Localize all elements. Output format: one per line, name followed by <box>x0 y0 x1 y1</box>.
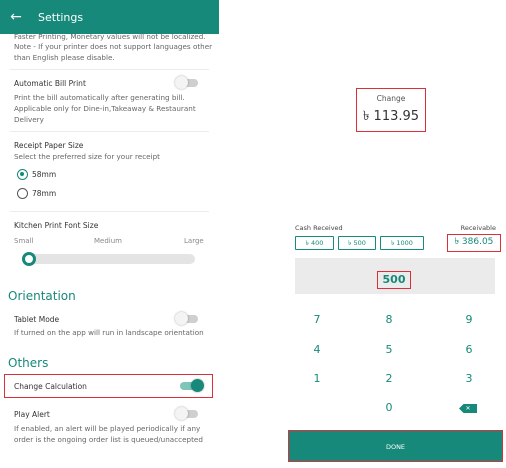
page-title: Settings <box>38 10 84 24</box>
tablet-mode-desc: If turned on the app will run in landsca… <box>14 328 204 337</box>
auto-bill-print-desc: Print the bill automatically after gener… <box>14 93 185 102</box>
auto-bill-print-label: Automatic Bill Print <box>14 79 86 88</box>
play-alert-toggle[interactable] <box>175 407 198 420</box>
key-3[interactable]: 3 <box>454 370 484 388</box>
auto-bill-print-toggle[interactable] <box>175 76 198 89</box>
quick-amount-400-button[interactable]: ৳ 400 <box>295 236 334 250</box>
done-button[interactable]: DONE <box>288 430 503 462</box>
receipt-paper-desc: Select the preferred size for your recei… <box>14 152 160 161</box>
key-0[interactable]: 0 <box>374 399 404 417</box>
font-size-slider-track[interactable] <box>22 254 195 264</box>
settings-panel: ← Settings Faster Printing, Monetary val… <box>0 0 219 468</box>
app-bar: ← Settings <box>0 0 219 34</box>
change-calculation-label: Change Calculation <box>14 382 87 391</box>
key-4[interactable]: 4 <box>302 341 332 359</box>
change-calculator-panel: Change ৳ 113.95 Cash Received Receivable… <box>288 0 506 468</box>
receipt-paper-label: Receipt Paper Size <box>14 141 84 150</box>
play-alert-label: Play Alert <box>14 410 50 419</box>
others-section-title: Others <box>8 356 49 370</box>
radio-78mm-label: 78mm <box>32 189 57 198</box>
key-9[interactable]: 9 <box>454 311 484 329</box>
play-alert-desc: If enabled, an alert will be played peri… <box>14 424 201 433</box>
backspace-icon[interactable]: ✕ <box>459 404 477 413</box>
key-1[interactable]: 1 <box>302 370 332 388</box>
truncated-description: than English please disable. <box>14 53 115 62</box>
change-label: Change <box>376 94 406 103</box>
font-size-medium-label: Medium <box>94 237 122 245</box>
back-arrow-icon[interactable]: ← <box>2 9 30 25</box>
change-calculation-toggle[interactable] <box>180 379 204 392</box>
change-amount: ৳ 113.95 <box>362 109 420 124</box>
auto-bill-print-desc: Applicable only for Dine-in,Takeaway & R… <box>14 104 196 113</box>
radio-78mm[interactable] <box>17 188 28 199</box>
truncated-description: Note - If your printer does not support … <box>14 42 213 51</box>
tablet-mode-label: Tablet Mode <box>14 315 60 324</box>
play-alert-desc: order is the ongoing order list is queue… <box>14 435 203 444</box>
tablet-mode-toggle[interactable] <box>175 312 198 325</box>
receivable-amount: ৳ 386.05 <box>447 234 501 252</box>
radio-58mm-label: 58mm <box>32 170 57 179</box>
key-2[interactable]: 2 <box>374 370 404 388</box>
divider <box>10 131 209 132</box>
auto-bill-print-desc: Delivery <box>14 115 44 124</box>
orientation-section-title: Orientation <box>8 289 76 303</box>
entered-amount: 500 <box>377 271 411 289</box>
kitchen-font-label: Kitchen Print Font Size <box>14 221 99 230</box>
font-size-slider-knob[interactable] <box>22 252 36 266</box>
quick-amount-1000-button[interactable]: ৳ 1000 <box>380 236 424 250</box>
quick-amount-500-button[interactable]: ৳ 500 <box>338 236 376 250</box>
radio-58mm[interactable] <box>17 169 28 180</box>
divider <box>10 211 209 212</box>
key-7[interactable]: 7 <box>302 311 332 329</box>
divider <box>10 69 209 70</box>
font-size-small-label: Small <box>14 237 34 245</box>
key-8[interactable]: 8 <box>374 311 404 329</box>
key-5[interactable]: 5 <box>374 341 404 359</box>
font-size-large-label: Large <box>184 237 204 245</box>
change-display: Change ৳ 113.95 <box>356 88 426 132</box>
receivable-label: Receivable <box>460 224 496 232</box>
cash-received-label: Cash Received <box>295 224 343 232</box>
key-6[interactable]: 6 <box>454 341 484 359</box>
